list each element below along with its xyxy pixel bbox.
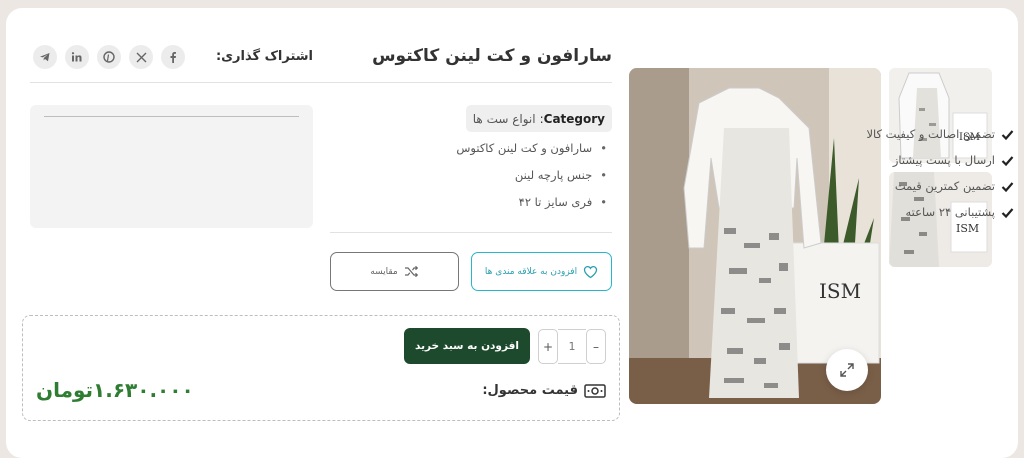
quantity-increase-button[interactable]: + <box>538 329 558 364</box>
share-label: اشتراک گذاری: <box>215 49 313 64</box>
price-label-text: قیمت محصول: <box>482 383 578 398</box>
x-share-link[interactable] <box>129 45 153 69</box>
price-label: قیمت محصول: <box>482 383 606 398</box>
facebook-share-link[interactable] <box>161 45 185 69</box>
quantity-stepper: + – <box>538 329 606 364</box>
guarantee-item: تضمین اصالت و کیفیت کالا <box>866 127 1014 141</box>
check-icon <box>1001 129 1014 140</box>
linkedin-icon <box>71 52 82 62</box>
guarantee-item: تضمین کمترین قیمت <box>895 179 1014 193</box>
quantity-decrease-button[interactable]: – <box>586 329 606 364</box>
guarantee-text: تضمین کمترین قیمت <box>894 179 995 193</box>
telegram-share-link[interactable] <box>33 45 57 69</box>
svg-text:ISM: ISM <box>956 222 979 235</box>
feature-item: فری سایز تا ۴۲ <box>456 194 607 221</box>
feature-item: سارافون و کت لینن کاکتوس <box>456 140 607 167</box>
compare-button[interactable]: مقایسه <box>330 252 459 291</box>
category-key: Category <box>543 111 605 126</box>
linkedin-share-link[interactable] <box>65 45 89 69</box>
expand-icon <box>840 363 854 377</box>
product-features-list: سارافون و کت لینن کاکتوس جنس پارچه لینن … <box>456 140 607 221</box>
facebook-icon <box>170 52 176 63</box>
feature-item: جنس پارچه لینن <box>456 167 607 194</box>
divider <box>330 232 612 233</box>
zoom-expand-button[interactable] <box>826 349 868 391</box>
quantity-input[interactable] <box>558 329 586 364</box>
product-title: سارافون و کت لینن کاکتوس <box>372 46 612 66</box>
guarantee-box <box>30 105 313 228</box>
x-icon <box>136 52 146 62</box>
shuffle-icon <box>404 265 418 278</box>
check-icon <box>1001 155 1014 166</box>
guarantee-item: پشتیبانی ۲۴ ساعته <box>906 205 1014 219</box>
category-colon: : <box>539 111 544 126</box>
product-thumbnail[interactable]: ISM <box>889 68 992 163</box>
wishlist-label: افزودن به علاقه مندی ها <box>484 266 578 277</box>
guarantee-text: ارسال با پست پیشتاز <box>892 153 995 167</box>
guarantee-text: تضمین اصالت و کیفیت کالا <box>866 127 995 141</box>
divider <box>30 82 612 83</box>
add-to-wishlist-button[interactable]: افزودن به علاقه مندی ها <box>471 252 612 291</box>
divider <box>44 116 299 117</box>
telegram-icon <box>40 53 50 62</box>
guarantee-item: ارسال با پست پیشتاز <box>893 153 1014 167</box>
check-icon <box>1001 207 1014 218</box>
pinterest-share-link[interactable] <box>97 45 121 69</box>
pinterest-icon <box>103 51 115 63</box>
category-badge: Category: انواع ست ها <box>465 105 612 132</box>
add-to-cart-button[interactable]: افزودن به سبد خرید <box>404 328 530 364</box>
check-icon <box>1001 181 1014 192</box>
heart-icon <box>583 265 598 278</box>
money-icon <box>584 383 606 398</box>
svg-text:ISM: ISM <box>819 279 861 303</box>
price-value: ۱.۶۳۰.۰۰۰تومان <box>36 378 194 402</box>
purchase-box <box>22 315 620 421</box>
compare-label: مقایسه <box>370 266 398 277</box>
guarantee-text: پشتیبانی ۲۴ ساعته <box>905 205 995 219</box>
category-value[interactable]: انواع ست ها <box>473 112 536 126</box>
